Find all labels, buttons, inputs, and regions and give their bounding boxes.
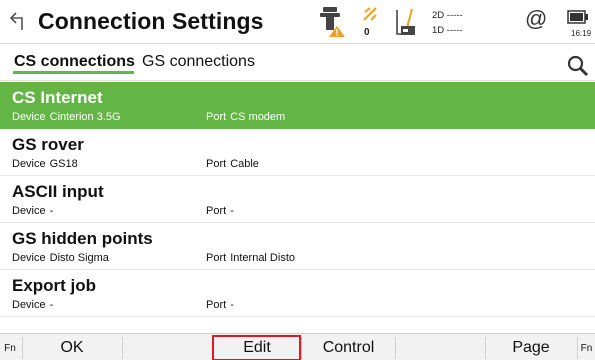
rtk-count: 0 [364, 27, 370, 38]
radio-antenna-icon[interactable] [393, 6, 419, 38]
port-text: Port - [206, 205, 234, 217]
list-item-export-job[interactable]: Export job Device - Port - [0, 270, 595, 317]
device-label: Device [12, 205, 46, 217]
connection-name: GS hidden points [12, 229, 153, 248]
f5-button[interactable] [396, 334, 484, 360]
port-label: Port [206, 158, 227, 170]
device-label: Device [12, 158, 46, 170]
device-value: Disto Sigma [49, 252, 109, 264]
ok-button[interactable]: OK [23, 334, 121, 360]
fn-left-button[interactable]: Fn [0, 334, 20, 360]
device-value: Cinterion 3.5G [49, 111, 121, 123]
tab-bar: CS connections GS connections [0, 44, 595, 81]
port-value: - [230, 205, 234, 217]
list-item-gs-rover[interactable]: GS rover Device GS18 Port Cable [0, 129, 595, 176]
port-text: Port Internal Disto [206, 252, 295, 264]
edit-highlight-box [212, 335, 301, 360]
device-text: Device Disto Sigma [12, 252, 109, 264]
title-bar: Connection Settings 0 2D ----- 1D ----- … [0, 0, 595, 44]
control-button[interactable]: Control [302, 334, 395, 360]
port-label: Port [206, 252, 227, 264]
rtk-icon[interactable] [362, 6, 378, 22]
device-text: Device GS18 [12, 158, 78, 170]
f2-button[interactable] [123, 334, 211, 360]
tab-gs-connections[interactable]: GS connections [142, 53, 255, 71]
bottom-toolbar: Fn OK Edit Control Page Fn [0, 333, 595, 360]
device-text: Device Cinterion 3.5G [12, 111, 121, 123]
port-label: Port [206, 111, 227, 123]
port-label: Port [206, 299, 227, 311]
clock: 16:19 [571, 29, 592, 38]
at-icon[interactable]: @ [525, 6, 547, 32]
port-value: Cable [230, 158, 259, 170]
rover-warning-icon[interactable] [318, 6, 346, 38]
port-value: - [230, 299, 234, 311]
connection-name: ASCII input [12, 182, 104, 201]
list-item-ascii-input[interactable]: ASCII input Device - Port - [0, 176, 595, 223]
device-value: GS18 [49, 158, 78, 170]
port-text: Port - [206, 299, 234, 311]
device-label: Device [12, 299, 46, 311]
search-icon[interactable] [566, 54, 590, 78]
connection-name: GS rover [12, 135, 84, 154]
port-value: CS modem [230, 111, 286, 123]
sat-1d-status: 1D ----- [432, 25, 463, 36]
sat-2d-status: 2D ----- [432, 10, 463, 21]
device-label: Device [12, 252, 46, 264]
connection-name: Export job [12, 276, 97, 295]
port-label: Port [206, 205, 227, 217]
device-value: - [49, 205, 54, 217]
device-text: Device - [12, 299, 53, 311]
active-tab-underline [13, 71, 134, 74]
device-label: Device [12, 111, 46, 123]
tab-cs-connections[interactable]: CS connections [14, 53, 135, 71]
list-item-cs-internet[interactable]: CS Internet Device Cinterion 3.5G Port CS … [0, 82, 595, 129]
page-button[interactable]: Page [486, 334, 576, 360]
page-title: Connection Settings [38, 8, 264, 34]
port-text: Port CS modem [206, 111, 285, 123]
port-text: Port Cable [206, 158, 259, 170]
back-icon[interactable] [8, 10, 28, 32]
connection-list: CS Internet Device Cinterion 3.5G Port CS … [0, 82, 595, 317]
battery-icon[interactable] [567, 9, 589, 25]
connection-name: CS Internet [12, 88, 103, 107]
device-value: - [49, 299, 54, 311]
port-value: Internal Disto [230, 252, 295, 264]
device-text: Device - [12, 205, 53, 217]
fn-right-button[interactable]: Fn [578, 334, 595, 360]
list-item-gs-hidden-points[interactable]: GS hidden points Device Disto Sigma Port I… [0, 223, 595, 270]
